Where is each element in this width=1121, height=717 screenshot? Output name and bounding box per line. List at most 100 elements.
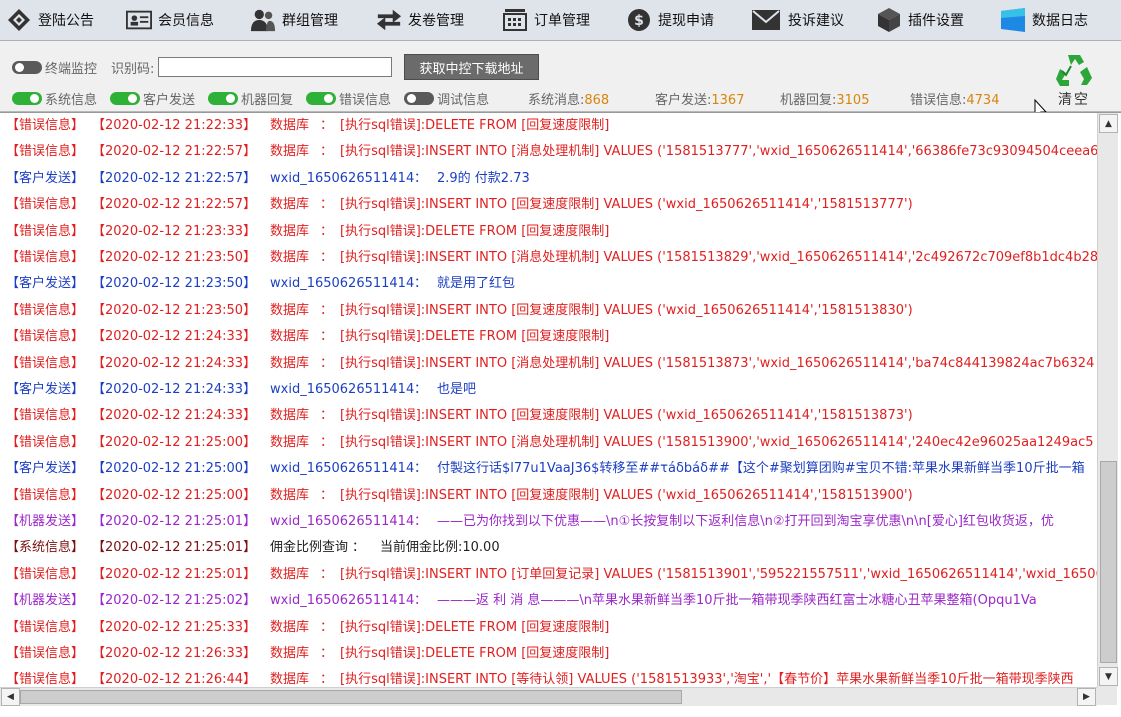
log-timestamp: 【2020-02-12 21:23:50】 bbox=[92, 302, 257, 318]
log-type: 【客户发送】 bbox=[6, 382, 85, 397]
log-source: wxid_1650626511414 bbox=[270, 382, 415, 397]
log-source: 数据库 bbox=[270, 434, 310, 450]
scroll-down-icon[interactable]: ▼ bbox=[1099, 667, 1118, 686]
log-message: [执行sql错误]:DELETE FROM [回复速度限制] bbox=[340, 118, 610, 133]
log-type: 【错误信息】 bbox=[6, 223, 85, 239]
log-type: 【错误信息】 bbox=[6, 408, 85, 424]
menu-item-coupon-management[interactable]: 发卷管理 bbox=[376, 4, 464, 36]
log-type: 【客户发送】 bbox=[6, 276, 85, 292]
log-message: ——已为你找到以下优惠——\n①长按复制以下返利信息\n②打开回到淘宝享优惠\n… bbox=[437, 514, 1054, 529]
log-source: 数据库 bbox=[270, 408, 310, 424]
log-source: 数据库 bbox=[270, 118, 310, 133]
log-type: 【错误信息】 bbox=[6, 302, 85, 318]
filter-row: 系统信息 客户发送 机器回复 错误信息 调试信息 bbox=[12, 89, 502, 108]
bot-reply-toggle[interactable] bbox=[208, 91, 239, 105]
log-timestamp: 【2020-02-12 21:22:57】 bbox=[92, 170, 257, 186]
log-separator: ： bbox=[352, 540, 366, 556]
log-type: 【客户发送】 bbox=[6, 461, 85, 477]
filter-error-info[interactable]: 错误信息 bbox=[306, 89, 391, 108]
scroll-left-icon[interactable]: ◀ bbox=[1, 688, 20, 706]
svg-text:$: $ bbox=[634, 13, 644, 29]
menu-item-group-management[interactable]: 群组管理 bbox=[250, 4, 338, 36]
filter-debug-info[interactable]: 调试信息 bbox=[404, 89, 489, 108]
log-separator: ： bbox=[320, 302, 334, 318]
log-timestamp: 【2020-02-12 21:23:33】 bbox=[92, 223, 257, 239]
toggle-label: 错误信息 bbox=[339, 92, 392, 108]
menu-item-login-notice[interactable]: 登陆公告 bbox=[6, 4, 94, 36]
menu-label: 会员信息 bbox=[158, 13, 214, 29]
blue-window-icon bbox=[1000, 7, 1026, 33]
menu-item-plugin-settings[interactable]: 插件设置 bbox=[876, 4, 964, 36]
terminal-monitor-toggle[interactable] bbox=[12, 60, 42, 74]
log-separator: ： bbox=[414, 170, 428, 186]
log-separator: ： bbox=[320, 408, 334, 424]
log-timestamp: 【2020-02-12 21:25:02】 bbox=[92, 593, 257, 609]
log-timestamp: 【2020-02-12 21:24:33】 bbox=[92, 355, 257, 371]
log-separator: ： bbox=[414, 382, 428, 397]
log-timestamp: 【2020-02-12 21:26:44】 bbox=[92, 672, 257, 687]
system-info-toggle[interactable] bbox=[12, 91, 42, 105]
menu-item-complaints[interactable]: 投诉建议 bbox=[750, 4, 844, 36]
log-type: 【错误信息】 bbox=[6, 646, 85, 661]
log-source: 数据库 bbox=[270, 487, 310, 503]
error-info-toggle[interactable] bbox=[306, 91, 337, 105]
log-type: 【机器发送】 bbox=[6, 514, 85, 529]
dollar-coin-icon: $ bbox=[626, 7, 652, 33]
log-message: [执行sql错误]:INSERT INTO [等待认领] VALUES ('15… bbox=[340, 672, 1074, 687]
vertical-scroll-thumb[interactable] bbox=[1100, 461, 1117, 663]
log-source: wxid_1650626511414 bbox=[270, 170, 415, 186]
log-separator: ： bbox=[320, 250, 334, 265]
scroll-right-icon[interactable]: ▶ bbox=[1077, 688, 1096, 706]
log-separator: ： bbox=[414, 514, 428, 529]
log-message: [执行sql错误]:INSERT INTO [回复速度限制] VALUES ('… bbox=[340, 302, 913, 318]
log-source: 数据库 bbox=[270, 250, 310, 265]
get-download-address-button[interactable]: 获取中控下载地址 bbox=[404, 54, 539, 80]
log-type: 【系统信息】 bbox=[6, 540, 85, 556]
log-separator: ： bbox=[414, 593, 428, 609]
vertical-scrollbar[interactable]: ▲ ▼ bbox=[1097, 113, 1118, 687]
monitor-row: 终端监控 识别码: bbox=[12, 56, 393, 78]
log-source: 数据库 bbox=[270, 144, 310, 160]
debug-info-toggle[interactable] bbox=[404, 91, 435, 105]
menu-item-order-management[interactable]: 订单管理 bbox=[502, 4, 590, 36]
menu-item-data-log[interactable]: 数据日志 bbox=[1000, 4, 1088, 36]
log-timestamp: 【2020-02-12 21:25:33】 bbox=[92, 619, 257, 635]
log-message: 也是吧 bbox=[437, 382, 477, 397]
log-timestamp: 【2020-02-12 21:24:33】 bbox=[92, 382, 257, 397]
log-source: 数据库 bbox=[270, 302, 310, 318]
log-timestamp: 【2020-02-12 21:25:00】 bbox=[92, 461, 257, 477]
terminal-monitor-label: 终端监控 bbox=[45, 61, 98, 77]
log-timestamp: 【2020-02-12 21:23:50】 bbox=[92, 250, 257, 265]
log-separator: ： bbox=[320, 434, 334, 450]
exchange-arrows-icon bbox=[376, 7, 402, 33]
log-type: 【错误信息】 bbox=[6, 355, 85, 371]
customer-send-toggle[interactable] bbox=[110, 91, 141, 105]
log-timestamp: 【2020-02-12 21:25:01】 bbox=[92, 566, 257, 582]
log-timestamp: 【2020-02-12 21:25:00】 bbox=[92, 434, 257, 450]
log-timestamp: 【2020-02-12 21:25:00】 bbox=[92, 487, 257, 503]
scroll-up-icon[interactable]: ▲ bbox=[1099, 114, 1118, 133]
log-message: [执行sql错误]:INSERT INTO [消息处理机制] VALUES ('… bbox=[340, 144, 1097, 160]
main-menu-bar: 登陆公告 会员信息 群组管理 发卷管理 订单管理 $ 提现申请 投诉建议 插件设… bbox=[0, 0, 1121, 41]
toggle-label: 机器回复 bbox=[241, 92, 294, 108]
menu-item-withdraw-request[interactable]: $ 提现申请 bbox=[626, 4, 714, 36]
scrollbar-corner bbox=[1097, 687, 1117, 705]
filter-customer-send[interactable]: 客户发送 bbox=[110, 89, 195, 108]
log-separator: ： bbox=[320, 223, 334, 239]
menu-item-member-info[interactable]: 会员信息 bbox=[126, 4, 214, 36]
log-separator: ： bbox=[320, 646, 334, 661]
log-separator: ： bbox=[320, 355, 334, 371]
horizontal-scroll-thumb[interactable] bbox=[20, 690, 682, 704]
id-code-input[interactable] bbox=[158, 57, 393, 77]
filter-bot-reply[interactable]: 机器回复 bbox=[208, 89, 293, 108]
cube-icon bbox=[876, 7, 902, 33]
log-type: 【错误信息】 bbox=[6, 118, 85, 133]
filter-system-info[interactable]: 系统信息 bbox=[12, 89, 97, 108]
clear-label[interactable]: 清空 bbox=[1058, 89, 1090, 109]
horizontal-scrollbar[interactable]: ◀ ▶ bbox=[0, 687, 1097, 706]
log-message: [执行sql错误]:DELETE FROM [回复速度限制] bbox=[340, 646, 610, 661]
log-type: 【错误信息】 bbox=[6, 197, 85, 213]
cart-icon bbox=[502, 7, 528, 33]
menu-label: 提现申请 bbox=[658, 13, 714, 29]
log-message: ———返 利 消 息———\n苹果水果新鲜当季10斤批一箱带现季陕西红富士冰糖心… bbox=[437, 593, 1037, 609]
